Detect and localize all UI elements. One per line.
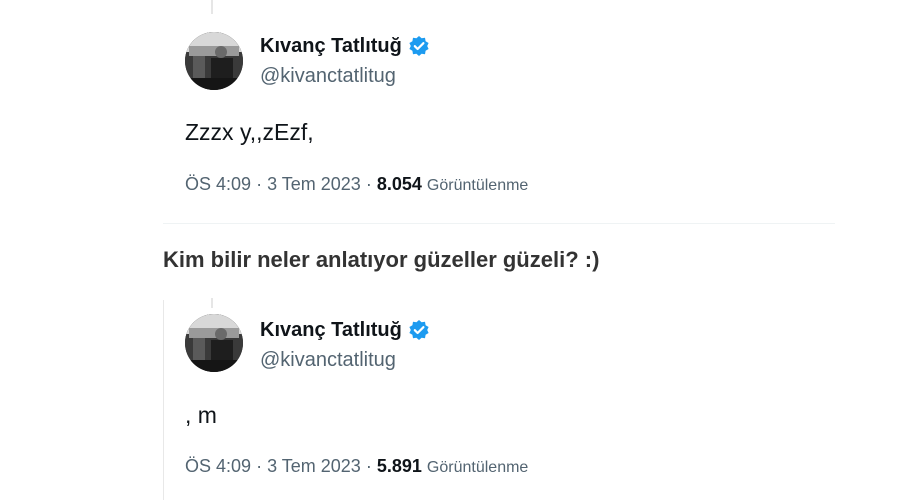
meta-separator: · xyxy=(256,174,263,194)
tweet-card[interactable]: Kıvanç Tatlıtuğ @kivanctatlitug , m ÖS 4… xyxy=(163,290,835,500)
meta-separator: · xyxy=(365,456,372,476)
article-caption: Kim bilir neler anlatıyor güzeller güzel… xyxy=(163,247,600,272)
tweet-text: Zzzx y,,zEzf, xyxy=(185,119,314,145)
display-name[interactable]: Kıvanç Tatlıtuğ xyxy=(260,318,402,342)
verified-badge-icon xyxy=(408,35,430,57)
meta-separator: · xyxy=(256,456,263,476)
tweet-date[interactable]: 3 Tem 2023 xyxy=(267,456,361,476)
user-handle[interactable]: @kivanctatlitug xyxy=(260,348,396,372)
thread-connector xyxy=(211,298,213,308)
tweet-card[interactable]: Kıvanç Tatlıtuğ @kivanctatlitug Zzzx y,,… xyxy=(163,0,835,224)
view-label: Görüntülenme xyxy=(426,459,529,476)
thread-connector xyxy=(211,0,213,14)
view-label: Görüntülenme xyxy=(426,177,529,194)
tweet-time[interactable]: ÖS 4:09 xyxy=(185,174,251,194)
tweet-text: , m xyxy=(185,402,217,428)
user-handle[interactable]: @kivanctatlitug xyxy=(260,64,396,88)
tweet-divider xyxy=(163,223,835,224)
avatar[interactable] xyxy=(185,314,243,372)
tweet-meta: ÖS 4:09 · 3 Tem 2023 · 8.054 Görüntülenm… xyxy=(185,172,528,198)
tweet-time[interactable]: ÖS 4:09 xyxy=(185,456,251,476)
verified-badge-icon xyxy=(408,319,430,341)
view-count: 8.054 xyxy=(376,174,422,194)
view-count: 5.891 xyxy=(376,456,422,476)
meta-separator: · xyxy=(365,174,372,194)
author-row[interactable]: Kıvanç Tatlıtuğ xyxy=(260,318,430,342)
tweet-meta: ÖS 4:09 · 3 Tem 2023 · 5.891 Görüntülenm… xyxy=(185,454,528,480)
display-name[interactable]: Kıvanç Tatlıtuğ xyxy=(260,34,402,58)
author-row[interactable]: Kıvanç Tatlıtuğ xyxy=(260,34,430,58)
avatar[interactable] xyxy=(185,32,243,90)
tweet-date[interactable]: 3 Tem 2023 xyxy=(267,174,361,194)
